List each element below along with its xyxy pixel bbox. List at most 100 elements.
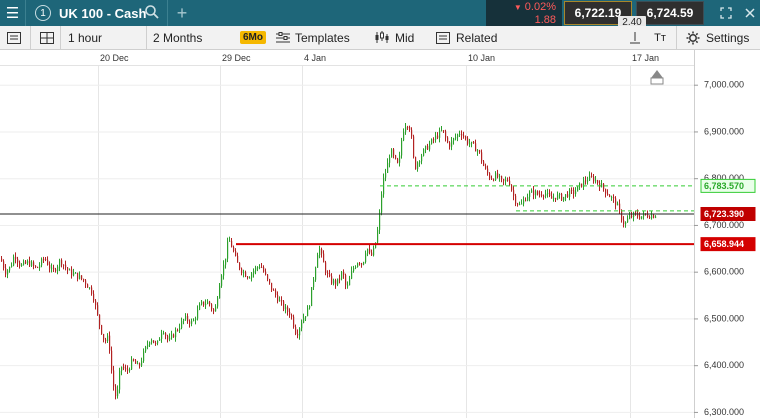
candle (347, 281, 349, 289)
candle (177, 328, 179, 332)
tab-divider (167, 0, 168, 26)
candle (255, 265, 257, 275)
chart-toolbar: 1 hour 2 Months 6Mo Templates Mid Relate… (0, 26, 760, 50)
candle (225, 258, 227, 269)
candle (405, 123, 407, 135)
price-type-button[interactable]: Mid (374, 26, 414, 49)
close-icon[interactable] (744, 7, 756, 19)
instrument-tab[interactable]: 1 UK 100 - Cash (28, 0, 166, 26)
candle (473, 141, 475, 144)
candles-icon (375, 31, 389, 43)
related-icon (436, 31, 450, 44)
candle (399, 151, 401, 167)
candle (385, 168, 387, 182)
candle (81, 275, 83, 281)
candle (633, 211, 635, 222)
range-badge: 6Mo (240, 31, 266, 44)
candle (17, 256, 19, 267)
candle (223, 260, 225, 280)
panel-toggle-icon[interactable] (4, 26, 24, 49)
candle (471, 141, 473, 148)
candle (63, 264, 65, 270)
candle (379, 209, 381, 234)
candle (389, 154, 391, 168)
candle (619, 199, 621, 214)
range-selector[interactable]: 2 Months (153, 26, 202, 49)
add-tab-plus-icon[interactable]: + (172, 0, 192, 26)
candle (239, 262, 241, 271)
candle (53, 264, 55, 273)
candle (1, 255, 3, 262)
candle (201, 299, 203, 306)
candle (119, 367, 121, 394)
candle (155, 340, 157, 346)
candle (285, 303, 287, 314)
candle (589, 171, 591, 181)
candle (509, 176, 511, 187)
candle (479, 149, 481, 154)
price-tick-label: 6,400.000 (704, 360, 744, 370)
candle (655, 215, 657, 219)
range-6mo-button[interactable]: 6Mo (240, 26, 266, 49)
candle (325, 260, 327, 276)
expand-icon[interactable] (720, 7, 732, 19)
candle (491, 175, 493, 181)
candle (515, 193, 517, 207)
layout-grid-icon[interactable] (38, 26, 56, 49)
templates-button[interactable]: Templates (276, 26, 350, 49)
candle (569, 188, 571, 201)
settings-label: Settings (706, 30, 750, 45)
candle (641, 216, 643, 220)
date-axis: 20 Dec 29 Dec 4 Jan 10 Jan 17 Jan (0, 50, 760, 85)
instrument-name: UK 100 - Cash (59, 5, 147, 21)
candle (159, 337, 161, 341)
search-icon[interactable] (144, 4, 160, 20)
candle (249, 276, 251, 279)
candle (199, 302, 201, 311)
candle (7, 269, 9, 279)
related-button[interactable]: Related (436, 26, 497, 49)
candle (595, 176, 597, 184)
candle (611, 195, 613, 201)
templates-icon (276, 31, 290, 42)
candle (441, 125, 443, 132)
candle (21, 263, 23, 267)
candle (483, 160, 485, 167)
candle (207, 299, 209, 305)
text-size-icon[interactable]: Tт (652, 26, 668, 49)
interval-selector[interactable]: 1 hour (68, 26, 102, 49)
candle (317, 252, 319, 268)
candle (265, 268, 267, 276)
candle (603, 182, 605, 192)
candle (519, 201, 521, 206)
candle (31, 260, 33, 268)
candle (411, 127, 413, 139)
price-tick-label: 6,900.000 (704, 126, 744, 136)
candle (477, 148, 479, 156)
marker-icon[interactable] (628, 26, 642, 49)
candle (197, 305, 199, 321)
candle (419, 160, 421, 167)
candle (299, 327, 301, 340)
candle (111, 346, 113, 374)
settings-button[interactable]: Settings (686, 26, 749, 49)
candle (573, 187, 575, 199)
candle (213, 308, 215, 315)
candle (523, 196, 525, 207)
candle (557, 191, 559, 201)
candle (547, 188, 549, 198)
candle (175, 327, 177, 342)
candle (327, 270, 329, 278)
buy-price-button[interactable]: 6,724.59 (636, 1, 704, 25)
candle (147, 340, 149, 350)
candle (173, 333, 175, 338)
candle (527, 193, 529, 202)
candle (387, 158, 389, 174)
candle (391, 148, 393, 158)
candle (311, 287, 313, 307)
price-chart[interactable]: 20 Dec 29 Dec 4 Jan 10 Jan 17 Jan 7,000.000 6… (0, 50, 760, 418)
candle (541, 191, 543, 198)
candle (67, 267, 69, 275)
candle (433, 137, 435, 144)
hamburger-menu-icon[interactable]: ☰ (0, 0, 26, 26)
